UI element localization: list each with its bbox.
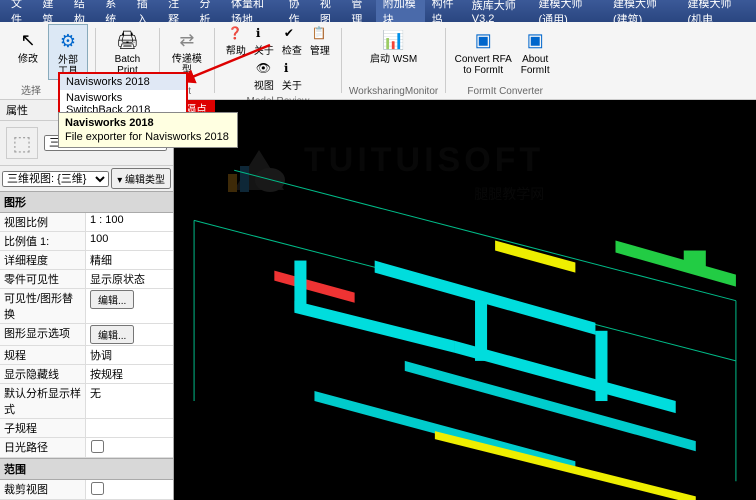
tooltip-title: Navisworks 2018 [65, 117, 231, 129]
check-button[interactable]: ✔检查 [278, 24, 306, 59]
prop-show_hidden[interactable]: 显示隐藏线按规程 [0, 365, 173, 384]
viewport-3d[interactable]: /隔点 TUITUISOFT 腿腿教学网 [174, 100, 756, 500]
prop-vis_override-button[interactable]: 编辑... [90, 290, 134, 309]
wsm-button[interactable]: 📊 启动 WSM [366, 24, 422, 67]
prop-display_opt[interactable]: 图形显示选项编辑... [0, 324, 173, 346]
formit-icon: ▣ [469, 26, 497, 54]
prop-discipline[interactable]: 规程协调 [0, 346, 173, 365]
about-button[interactable]: ℹ关于 [250, 24, 278, 59]
prop-scale_val[interactable]: 比例值 1:100 [0, 232, 173, 251]
section-graphics[interactable]: 图形 [0, 191, 173, 213]
view-selector[interactable]: 三维视图: {三维} [2, 171, 109, 187]
convert-rfa-button[interactable]: ▣ Convert RFA to FormIt [453, 24, 513, 78]
edit-type-button[interactable]: ▾ 编辑类型 [111, 168, 171, 189]
batch-print-button[interactable]: 🖨 Batch Print [107, 24, 147, 78]
menu-bar: 文件建筑结构系统插入注释分析体量和场地协作视图管理附加模块构件坞族库大师V3.2… [0, 0, 756, 22]
printer-icon: 🖨 [113, 26, 141, 54]
properties-panel: 属性 ⬚ 三维视图 三维视图: {三维} ▾ 编辑类型 图形 视图比例1 : 1… [0, 100, 174, 500]
prop-part_vis[interactable]: 零件可见性显示原状态 [0, 270, 173, 289]
manage-button[interactable]: 📋管理 [306, 24, 334, 59]
prop-vis_override[interactable]: 可见性/图形替换编辑... [0, 289, 173, 324]
group-wsm: WorksharingMonitor [349, 84, 438, 97]
modify-button[interactable]: ↖ 修改 [8, 24, 48, 80]
check-icon: ✔ [284, 26, 300, 42]
tooltip: Navisworks 2018 File exporter for Navisw… [58, 112, 238, 148]
prop-display_opt-button[interactable]: 编辑... [90, 325, 134, 344]
dropdown-navisworks-2018[interactable]: Navisworks 2018 [60, 74, 186, 90]
prop-crop_view-checkbox[interactable] [91, 482, 104, 495]
type-preview-icon: ⬚ [6, 127, 38, 159]
transfer-model-button[interactable]: ⇄ 传递模型 [167, 24, 207, 78]
prop-crop_view[interactable]: 裁剪视图 [0, 480, 173, 500]
prop-detail[interactable]: 详细程度精细 [0, 251, 173, 270]
properties-grid: 图形 视图比例1 : 100比例值 1:100详细程度精细零件可见性显示原状态可… [0, 191, 173, 500]
prop-default_style[interactable]: 默认分析显示样式无 [0, 384, 173, 419]
help-icon: ❓ [228, 26, 244, 42]
group-select: 选择 [21, 80, 41, 97]
group-formit: FormIt Converter [467, 84, 543, 97]
cursor-icon: ↖ [14, 26, 42, 54]
prop-sun_path-checkbox[interactable] [91, 440, 104, 453]
about-formit-button[interactable]: ▣ About FormIt [513, 24, 557, 78]
prop-view_scale[interactable]: 视图比例1 : 100 [0, 213, 173, 232]
modify-label: 修改 [18, 54, 38, 65]
help-button[interactable]: ❓帮助 [222, 24, 250, 59]
view-icon: 👁 [256, 61, 272, 77]
prop-sub_discipline[interactable]: 子规程 [0, 419, 173, 438]
model-geometry [174, 100, 756, 500]
info-icon: ℹ [284, 61, 300, 77]
transfer-icon: ⇄ [173, 26, 201, 54]
external-tools-icon: ⚙ [54, 27, 82, 55]
manage-icon: 📋 [312, 26, 328, 42]
view-button[interactable]: 👁视图 [250, 59, 278, 94]
tooltip-desc: File exporter for Navisworks 2018 [65, 131, 231, 143]
prop-sun_path[interactable]: 日光路径 [0, 438, 173, 458]
section-extents[interactable]: 范围 [0, 458, 173, 480]
wsm-label: 启动 WSM [370, 54, 417, 65]
info-icon: ℹ [256, 26, 272, 42]
wsm-icon: 📊 [380, 26, 408, 54]
formit-about-icon: ▣ [521, 26, 549, 54]
about2-button[interactable]: ℹ关于 [278, 59, 306, 94]
